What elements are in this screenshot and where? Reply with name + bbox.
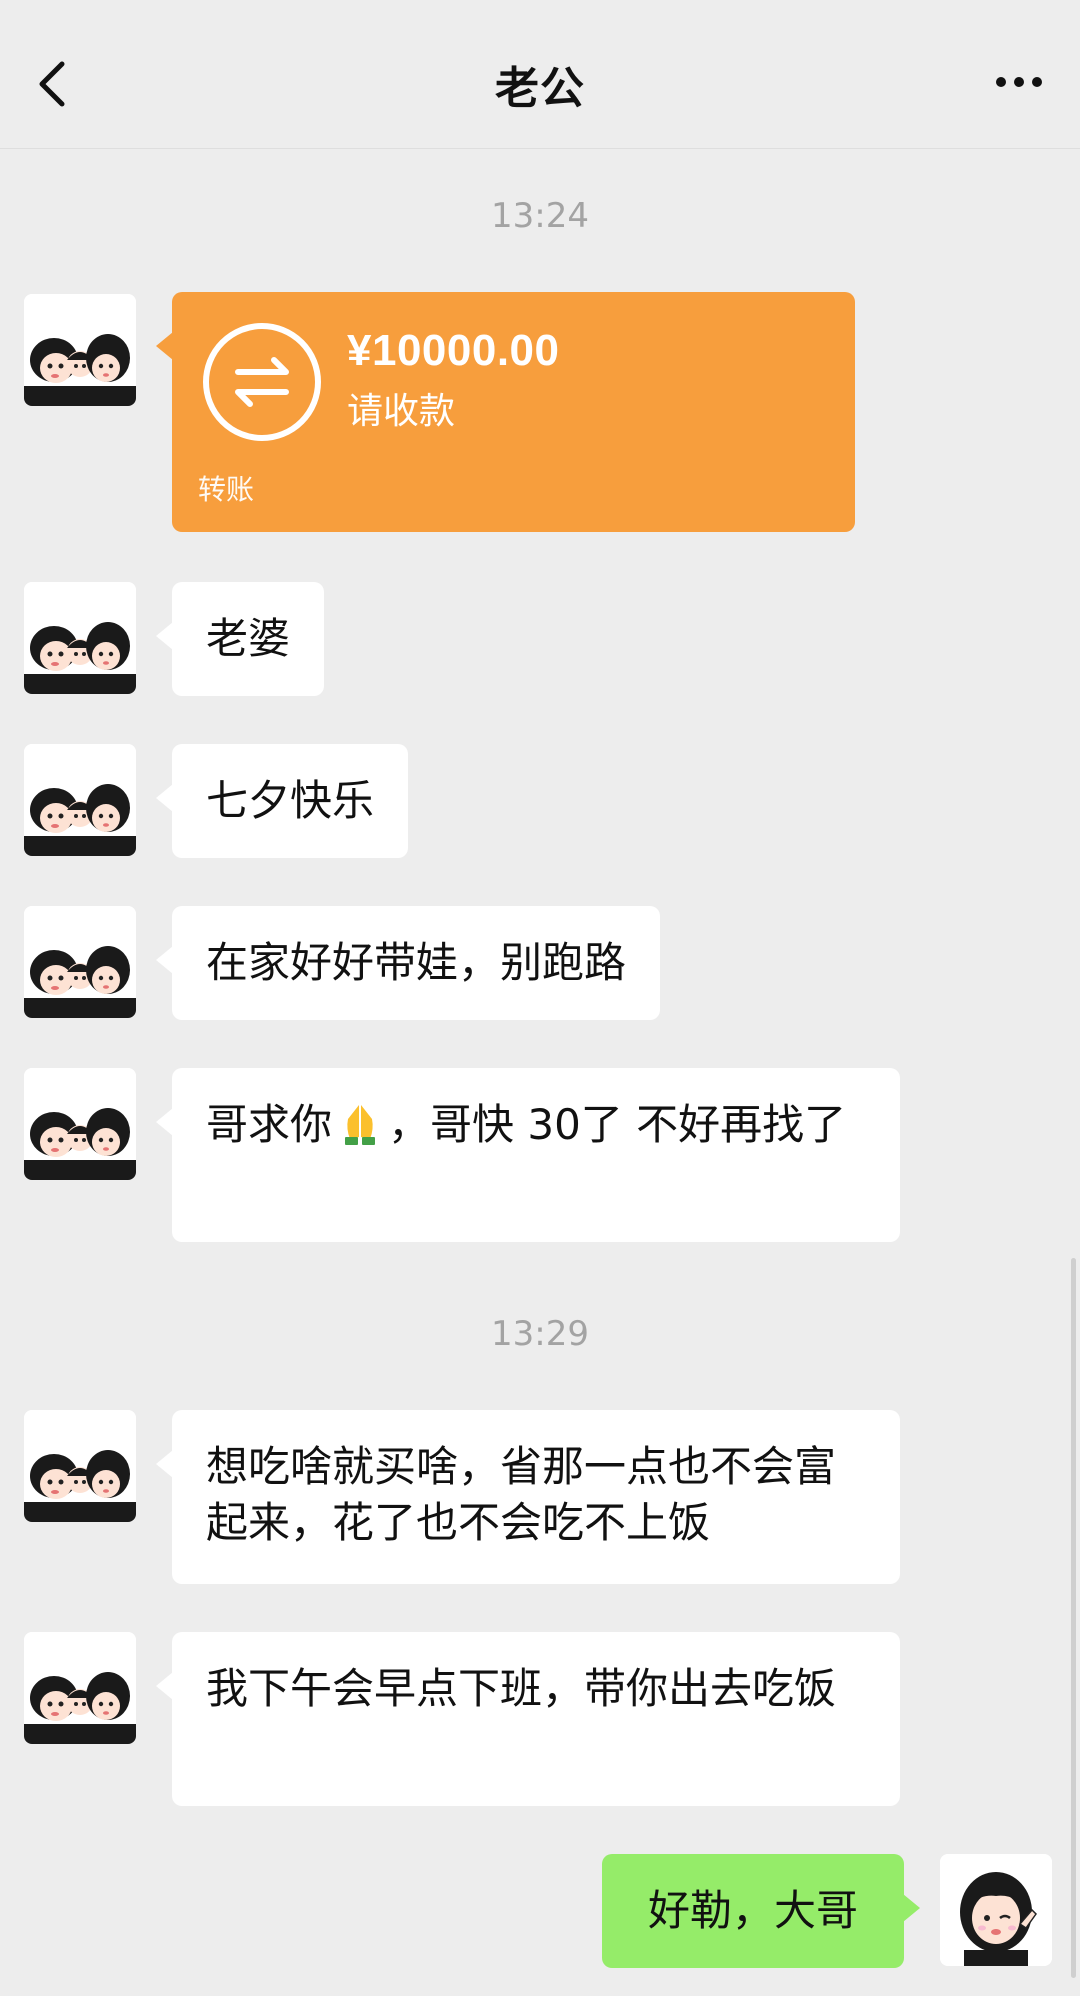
message-text: 哥求你 bbox=[206, 1100, 333, 1149]
contact-avatar[interactable] bbox=[24, 294, 136, 406]
contact-avatar[interactable] bbox=[24, 906, 136, 1018]
couple-avatar-icon bbox=[24, 906, 136, 1018]
incoming-message[interactable]: 想吃啥就买啥，省那一点也不会富起来，花了也不会吃不上饭 bbox=[156, 1410, 900, 1584]
chat-header: 老公 bbox=[0, 0, 1080, 152]
header-divider bbox=[0, 148, 1080, 149]
message-timestamp: 13:24 bbox=[491, 196, 589, 236]
couple-avatar-icon bbox=[24, 1632, 136, 1744]
more-dot-icon bbox=[996, 77, 1006, 87]
incoming-message[interactable]: 老婆 bbox=[155, 582, 325, 696]
message-text: ，哥快 30了 不好再找了 bbox=[388, 1100, 847, 1149]
transfer-card[interactable]: ¥10000.00 请收款 转账 bbox=[156, 292, 855, 532]
contact-avatar[interactable] bbox=[24, 1068, 136, 1180]
transfer-status: 请收款 bbox=[347, 391, 456, 432]
couple-avatar-icon bbox=[24, 582, 136, 694]
chat-scrollbar[interactable] bbox=[1071, 1258, 1076, 1978]
transfer-type-label: 转账 bbox=[198, 473, 255, 506]
more-options-button[interactable] bbox=[984, 60, 1054, 104]
couple-avatar-icon bbox=[24, 744, 136, 856]
incoming-message[interactable]: 哥求你 ，哥快 30了 不好再找了 bbox=[156, 1068, 900, 1242]
message-text: 在家好好带娃，别跑路 bbox=[206, 938, 627, 987]
contact-avatar[interactable] bbox=[24, 582, 136, 694]
more-dot-icon bbox=[1032, 77, 1042, 87]
couple-avatar-icon bbox=[24, 1068, 136, 1180]
contact-avatar[interactable] bbox=[24, 744, 136, 856]
couple-avatar-icon bbox=[24, 294, 136, 406]
message-text: 好勒，大哥 bbox=[647, 1886, 858, 1935]
message-text: 七夕快乐 bbox=[206, 776, 375, 825]
outgoing-message[interactable]: 好勒，大哥 bbox=[602, 1854, 920, 1968]
folded-hands-icon bbox=[345, 1105, 376, 1145]
contact-avatar[interactable] bbox=[24, 1632, 136, 1744]
transfer-amount: ¥10000.00 bbox=[347, 326, 560, 375]
message-timestamp: 13:29 bbox=[491, 1314, 589, 1354]
incoming-message[interactable]: 我下午会早点下班，带你出去吃饭 bbox=[156, 1632, 900, 1806]
contact-avatar[interactable] bbox=[24, 1410, 136, 1522]
couple-avatar-icon bbox=[24, 1410, 136, 1522]
incoming-message[interactable]: 七夕快乐 bbox=[155, 744, 409, 858]
chat-title: 老公 bbox=[495, 63, 585, 114]
message-text: 我下午会早点下班，带你出去吃饭 bbox=[206, 1664, 837, 1713]
my-avatar[interactable] bbox=[940, 1854, 1052, 1966]
girl-avatar-icon bbox=[940, 1854, 1052, 1966]
transfer-arrows-icon bbox=[203, 323, 321, 441]
more-dot-icon bbox=[1014, 77, 1024, 87]
message-text: 想吃啥就买啥，省那一点也不会富起来，花了也不会吃不上饭 bbox=[206, 1442, 837, 1547]
chat-screen: 老公 13:24 ¥10000.00 请收款 转账 老婆 七夕快乐 在家好好带娃… bbox=[0, 0, 1080, 1996]
message-text: 老婆 bbox=[206, 614, 291, 663]
incoming-message[interactable]: 在家好好带娃，别跑路 bbox=[155, 906, 661, 1020]
